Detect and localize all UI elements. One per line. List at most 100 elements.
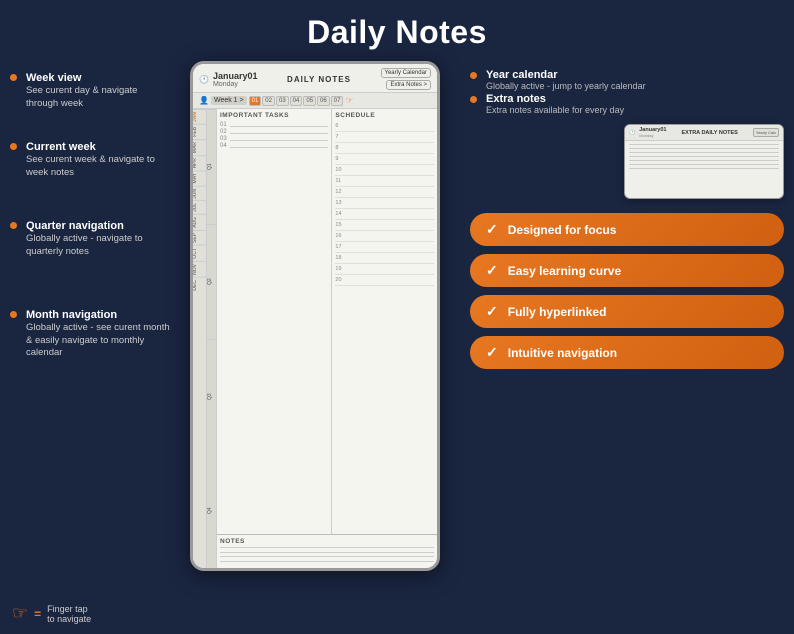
week-label[interactable]: Week 1 > <box>211 96 247 105</box>
extra-device-label: EXTRA DAILY NOTES <box>682 130 738 136</box>
feature-label-3: Fully hyperlinked <box>508 305 607 319</box>
month-nov[interactable]: NOV <box>193 261 206 277</box>
tasks-column: IMPORTANT TASKS 01 02 0 <box>217 109 332 534</box>
task-row-2: 02 <box>220 129 328 135</box>
feature-label-4: Intuitive navigation <box>508 346 617 360</box>
week-view-title: Week view <box>26 71 170 85</box>
month-jun[interactable]: JUN <box>193 186 206 201</box>
extra-line-5 <box>629 160 779 161</box>
month-jan[interactable]: JAN <box>193 109 206 124</box>
month-jul[interactable]: JUL <box>193 200 206 214</box>
current-week-desc: See curent week & navigate to week notes <box>26 154 170 179</box>
month-strip: JAN FEB MAR APR MAY JUN JUL AUG SEP OCT … <box>193 109 207 568</box>
feature-label-1: Designed for focus <box>508 223 617 237</box>
content-area: IMPORTANT TASKS 01 02 0 <box>217 109 437 568</box>
extra-notes-desc: Extra notes available for every day <box>486 105 624 117</box>
quarter-strip: Q1 Q2 Q3 Q4 <box>207 109 217 568</box>
annotation-quarter-nav: Quarter navigation Globally active - nav… <box>10 219 170 258</box>
note-line-2 <box>220 552 434 553</box>
schedule-19: 19 <box>335 265 434 275</box>
month-mar[interactable]: MAR <box>193 139 206 155</box>
month-oct[interactable]: OCT <box>193 245 206 261</box>
week-day-1[interactable]: 01 <box>249 96 262 106</box>
extra-notes-button[interactable]: Extra Notes > <box>386 80 431 90</box>
month-may[interactable]: MAY <box>193 170 206 185</box>
week-days: 01 02 03 04 05 06 07 <box>249 96 344 106</box>
year-calendar-title: Year calendar <box>486 69 646 81</box>
schedule-6: 6 <box>335 122 434 132</box>
week-day-2[interactable]: 02 <box>262 96 275 106</box>
extra-line-3 <box>629 152 779 153</box>
month-feb[interactable]: FEB <box>193 124 206 139</box>
right-section: Year calendar Globally active - jump to … <box>460 61 784 571</box>
extra-device-body <box>625 141 783 175</box>
daily-notes-label: DAILY NOTES <box>287 75 351 84</box>
device-header: 🕐 January01 Monday DAILY NOTES Yearly Ca… <box>193 64 437 93</box>
month-dec[interactable]: DEC <box>193 277 206 293</box>
finger-tap-icon: ☞ <box>345 95 353 106</box>
feature-badge-4: ✓ Intuitive navigation <box>470 336 784 369</box>
notes-header: NOTES <box>220 538 434 545</box>
schedule-15: 15 <box>335 221 434 231</box>
task-row-3: 03 <box>220 136 328 142</box>
device-area: 🕐 January01 Monday DAILY NOTES Yearly Ca… <box>170 61 460 571</box>
feature-badge-1: ✓ Designed for focus <box>470 213 784 246</box>
month-nav-desc: Globally active - see curent month & eas… <box>26 322 170 359</box>
device-inner: 🕐 January01 Monday DAILY NOTES Yearly Ca… <box>193 64 437 568</box>
schedule-11: 11 <box>335 177 434 187</box>
extra-notes-device: 🕐 January01 Monday EXTRA DAILY NOTES Yea… <box>624 124 784 199</box>
device-body: JAN FEB MAR APR MAY JUN JUL AUG SEP OCT … <box>193 109 437 568</box>
tasks-header: IMPORTANT TASKS <box>220 112 328 119</box>
quarter-nav-title: Quarter navigation <box>26 219 170 233</box>
extra-line-6 <box>629 164 779 165</box>
month-aug[interactable]: AUG <box>193 214 206 230</box>
dot-current-week <box>10 143 17 150</box>
footer-finger-icon: ☞ <box>12 603 28 624</box>
feature-badge-3: ✓ Fully hyperlinked <box>470 295 784 328</box>
current-week-title: Current week <box>26 140 170 154</box>
device-date: January01 <box>213 71 258 81</box>
schedule-column: SCHEDULE 6 7 8 9 10 11 12 13 14 15 <box>332 109 437 534</box>
notes-section: NOTES <box>217 534 437 568</box>
q2-label[interactable]: Q2 <box>207 224 216 339</box>
feature-badge-2: ✓ Easy learning curve <box>470 254 784 287</box>
schedule-10: 10 <box>335 166 434 176</box>
device-frame: 🕐 January01 Monday DAILY NOTES Yearly Ca… <box>190 61 440 571</box>
footer-text: Finger tapto navigate <box>47 604 91 624</box>
check-icon-2: ✓ <box>486 262 498 279</box>
task-num-2: 02 <box>220 129 228 135</box>
check-icon-3: ✓ <box>486 303 498 320</box>
month-apr[interactable]: APR <box>193 155 206 170</box>
week-day-6[interactable]: 06 <box>317 96 330 106</box>
q3-label[interactable]: Q3 <box>207 339 216 454</box>
schedule-8: 8 <box>335 144 434 154</box>
profile-icon: 👤 <box>199 96 209 105</box>
yearly-calendar-button[interactable]: Yearly Calendar <box>381 68 431 78</box>
task-row-1: 01 <box>220 122 328 128</box>
schedule-7: 7 <box>335 133 434 143</box>
dot-quarter-nav <box>10 222 17 229</box>
extra-notes-title: Extra notes <box>486 93 624 105</box>
check-icon-1: ✓ <box>486 221 498 238</box>
week-day-5[interactable]: 05 <box>303 96 316 106</box>
left-annotations: Week view See curent day & navigate thro… <box>10 61 170 571</box>
schedule-13: 13 <box>335 199 434 209</box>
q4-label[interactable]: Q4 <box>207 454 216 568</box>
week-nav: 👤 Week 1 > 01 02 03 04 05 06 07 ☞ <box>193 93 437 109</box>
extra-line-1 <box>629 144 779 145</box>
q1-label[interactable]: Q1 <box>207 109 216 224</box>
quarter-nav-desc: Globally active - navigate to quarterly … <box>26 233 170 258</box>
task-row-4: 04 <box>220 143 328 149</box>
schedule-header: SCHEDULE <box>335 112 434 119</box>
month-sep[interactable]: SEP <box>193 230 206 245</box>
feature-label-2: Easy learning curve <box>508 264 621 278</box>
dot-month-nav <box>10 311 17 318</box>
extra-line-7 <box>629 168 779 169</box>
schedule-14: 14 <box>335 210 434 220</box>
footer-equals: = <box>34 607 41 621</box>
week-day-4[interactable]: 04 <box>290 96 303 106</box>
extra-line-2 <box>629 148 779 149</box>
week-day-3[interactable]: 03 <box>276 96 289 106</box>
week-day-7[interactable]: 07 <box>331 96 344 106</box>
schedule-9: 9 <box>335 155 434 165</box>
